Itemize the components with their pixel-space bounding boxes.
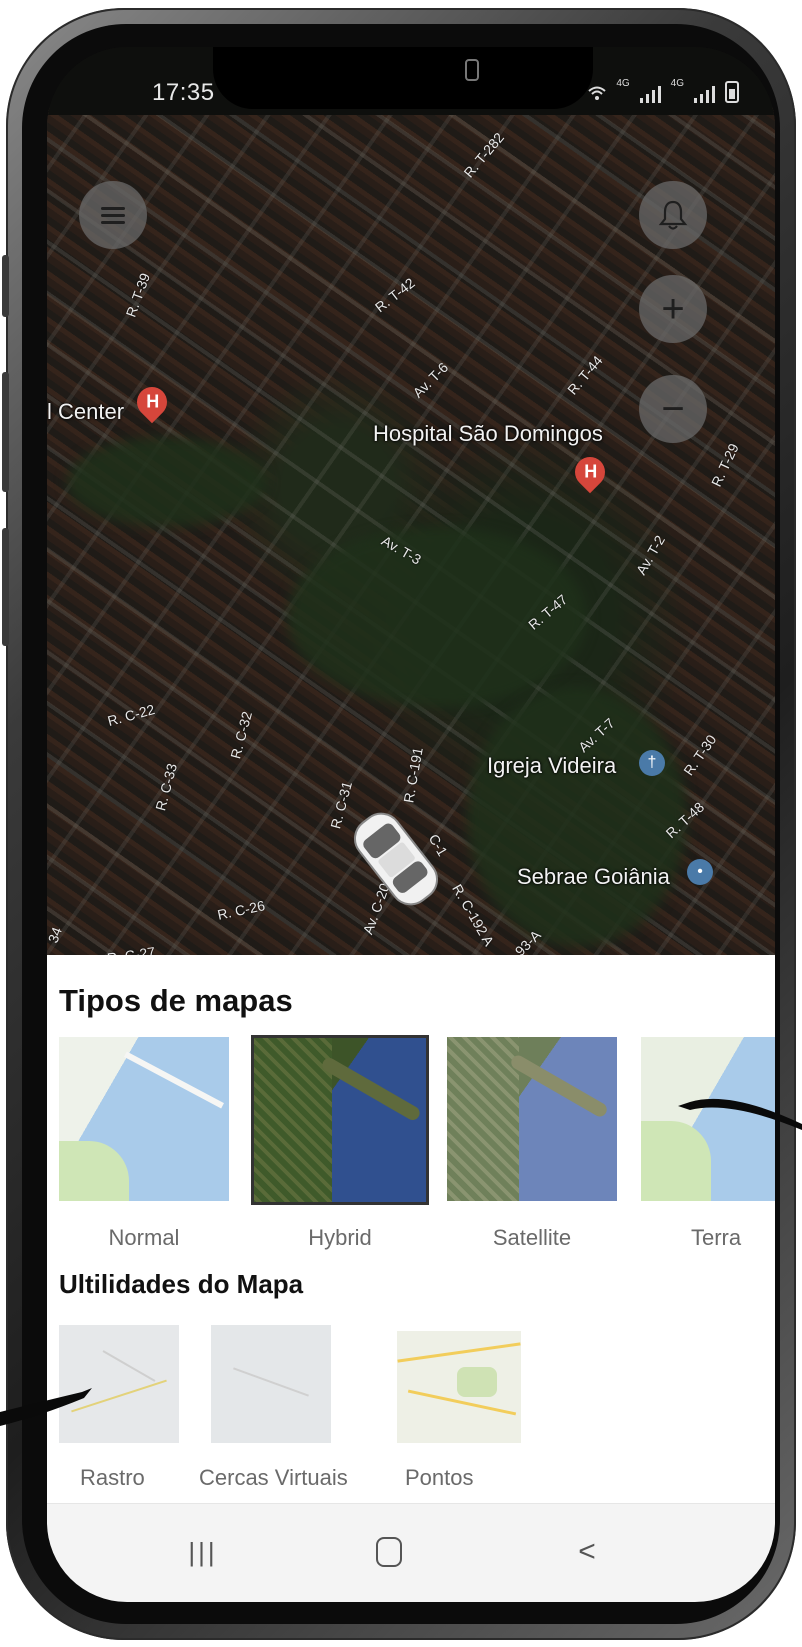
- hamburger-icon: [101, 207, 125, 224]
- street-label: R. T-29: [707, 440, 742, 490]
- street-label: R. C-31: [327, 779, 356, 831]
- street-label: R. C-32: [227, 709, 256, 761]
- street-label: R. T-44: [564, 352, 606, 398]
- map-park-area: [467, 687, 687, 947]
- church-pin-icon[interactable]: †: [639, 750, 665, 776]
- vehicle-marker-icon[interactable]: [343, 801, 450, 916]
- street-label: 34: [47, 924, 65, 946]
- map-type-thumbnail: [447, 1037, 617, 1201]
- utility-label: Pontos: [405, 1465, 474, 1490]
- land-shape: [641, 1121, 711, 1201]
- map-type-thumbnail: [59, 1037, 229, 1201]
- map-type-label: Normal: [108, 1225, 180, 1250]
- street-label: R. C-22: [105, 701, 157, 729]
- street-label: R. T-42: [371, 274, 418, 316]
- route-line: [102, 1350, 156, 1382]
- zoom-out-button[interactable]: −: [639, 375, 707, 443]
- status-time: 17:35: [152, 79, 215, 106]
- map-type-label: Terra: [691, 1225, 742, 1250]
- map-type-satellite[interactable]: [447, 1037, 617, 1201]
- street-label: R. T-30: [680, 731, 720, 779]
- place-label: Sebrae Goiânia: [517, 864, 670, 889]
- status-icons: 4G 4G: [588, 77, 739, 103]
- front-camera-icon: [465, 59, 479, 81]
- plus-icon: +: [661, 286, 685, 331]
- power-button: [2, 528, 9, 646]
- street-label: R. C-191: [400, 746, 426, 804]
- map-type-label: Hybrid: [308, 1225, 372, 1250]
- utility-thumbnail: [211, 1325, 331, 1443]
- map-type-hybrid[interactable]: [251, 1035, 429, 1205]
- land-shape: [447, 1037, 519, 1201]
- route-line: [233, 1367, 309, 1397]
- phone-screen: 17:35 4G 4G l Center Hospital São Doming…: [47, 47, 775, 1602]
- utility-cercas-virtuais[interactable]: [211, 1325, 331, 1443]
- map-types-title: Tipos de mapas: [59, 983, 293, 1018]
- map-options-sheet: Tipos de mapas Normal Hybrid Satellite T…: [47, 955, 775, 1505]
- bell-icon: [658, 200, 688, 230]
- route-line: [397, 1342, 521, 1363]
- network-type-label: 4G: [670, 78, 684, 89]
- peninsula-shape: [124, 1051, 224, 1109]
- utility-pontos[interactable]: [397, 1331, 521, 1443]
- volume-up-button: [2, 255, 9, 317]
- land-shape: [59, 1141, 129, 1201]
- hospital-pin-icon[interactable]: H: [568, 450, 612, 494]
- peninsula-shape: [508, 1052, 610, 1120]
- camera-notch: [213, 47, 593, 109]
- utility-thumbnail: [397, 1331, 521, 1443]
- minus-icon: −: [661, 386, 685, 431]
- navigation-bar: ||| <: [47, 1503, 775, 1602]
- volume-down-button: [2, 372, 9, 492]
- recent-apps-button[interactable]: |||: [181, 1532, 225, 1572]
- home-icon: [376, 1537, 402, 1567]
- map-type-normal[interactable]: [59, 1037, 229, 1201]
- map-type-label: Satellite: [492, 1225, 572, 1250]
- menu-button[interactable]: [79, 181, 147, 249]
- location-pin-icon[interactable]: •: [687, 859, 713, 885]
- utility-label: Cercas Virtuais: [199, 1465, 348, 1490]
- network-type-label: 4G: [616, 78, 630, 89]
- place-label: Hospital São Domingos: [373, 421, 603, 446]
- street-label: R. C-26: [215, 897, 267, 923]
- peninsula-shape: [319, 1055, 423, 1123]
- battery-icon: [725, 81, 739, 103]
- zoom-in-button[interactable]: +: [639, 275, 707, 343]
- map-type-thumbnail: [251, 1035, 429, 1205]
- signal-icon: [639, 86, 661, 103]
- map-view[interactable]: l Center Hospital São Domingos Igreja Vi…: [47, 107, 775, 966]
- recent-apps-icon: |||: [188, 1536, 218, 1567]
- street-label: R. C-33: [152, 761, 181, 813]
- back-button[interactable]: <: [565, 1532, 609, 1572]
- street-label: R. T-39: [122, 270, 154, 320]
- back-icon: <: [578, 1535, 596, 1568]
- hospital-pin-icon[interactable]: H: [130, 380, 174, 424]
- street-label: R. T-282: [460, 129, 508, 181]
- green-area: [457, 1367, 497, 1397]
- notifications-button[interactable]: [639, 181, 707, 249]
- street-label: Av. T-2: [632, 532, 669, 578]
- wifi-icon: [588, 86, 606, 100]
- map-utilities-title: Ultilidades do Mapa: [59, 1269, 304, 1299]
- status-bar: 17:35 4G 4G: [47, 47, 775, 115]
- place-label: Igreja Videira: [487, 753, 617, 778]
- place-label: l Center: [47, 399, 125, 424]
- home-button[interactable]: [367, 1532, 411, 1572]
- land-shape: [254, 1038, 332, 1202]
- street-label: Av. T-6: [409, 359, 452, 401]
- street-label: C-1: [425, 831, 451, 859]
- callout-arrow: [678, 1098, 802, 1130]
- utility-label: Rastro: [80, 1465, 145, 1490]
- map-park-area: [67, 437, 267, 527]
- callout-arrow: [0, 1388, 92, 1426]
- signal-icon: [694, 86, 715, 103]
